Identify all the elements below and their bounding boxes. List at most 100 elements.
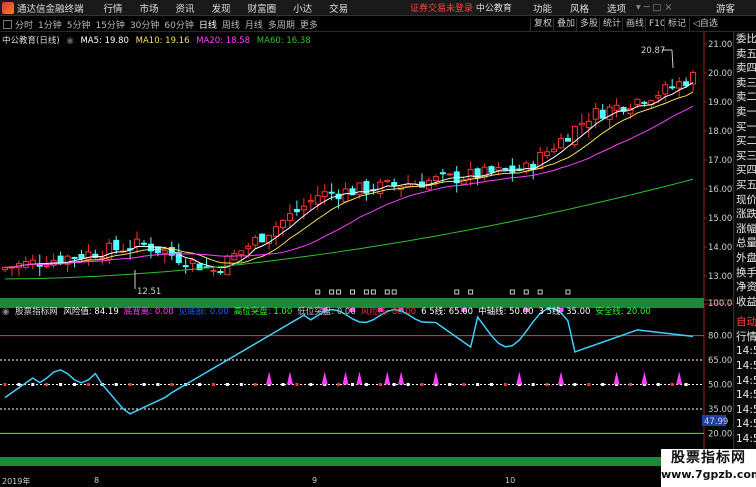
period-daily[interactable]: 日线	[199, 18, 217, 31]
sidebar-lower-item[interactable]: 14:5	[734, 344, 756, 359]
quote-sidebar: 委比 卖五 卖四 卖三 卖二 卖一 买一 买二 买三 买四 买五 现价 涨跌 涨幅 总量 外盘 换手 净资 收益 自…	[733, 32, 756, 487]
candle-body	[328, 191, 335, 194]
indicator-axis: 100.080.0065.0050.0035.0020.000.00	[708, 299, 732, 472]
kline-chart[interactable]: 21.00 20.00 19.00 18.00 17.00 16.00 15.00 14.00…	[0, 32, 733, 487]
top-signal-box	[565, 289, 571, 295]
signal-dot	[656, 383, 660, 386]
price-tick-label: 20.00	[708, 69, 732, 79]
add-watchlist-button[interactable]: ◁自选	[689, 18, 721, 31]
sidebar-item[interactable]: 涨幅	[734, 222, 756, 237]
login-notice[interactable]: 证券交易未登录 中公教育	[410, 1, 512, 14]
draw-line-button[interactable]: 画线	[622, 18, 647, 31]
sidebar-item[interactable]: 换手	[734, 266, 756, 281]
sidebar-lower-item[interactable]: 14:5	[734, 417, 756, 432]
signal-dot	[406, 383, 410, 386]
candle-body	[217, 271, 224, 274]
sidebar-lower-item[interactable]: 14:5	[734, 388, 756, 403]
multi-stock-button[interactable]: 多股	[576, 18, 601, 31]
signal-dot	[490, 383, 493, 386]
sidebar-item[interactable]: 买二	[734, 134, 756, 149]
signal-spike	[384, 371, 391, 385]
sidebar-lower-item[interactable]: 14:5	[734, 403, 756, 418]
period-weekly[interactable]: 周线	[222, 18, 240, 31]
period-toolbar: 分时 1分钟 5分钟 15分钟 30分钟 60分钟 日线 周线 月线 多周期 更…	[0, 17, 756, 32]
sidebar-item[interactable]: 卖四	[734, 61, 756, 76]
signal-spike	[266, 371, 273, 385]
menu-gongneng[interactable]: 功能	[533, 1, 552, 15]
sidebar-item[interactable]: 收益	[734, 295, 756, 310]
menu-shichang[interactable]: 市场	[140, 1, 159, 15]
sidebar-item[interactable]: 现价	[734, 193, 756, 208]
price-tick-label: 15.00	[708, 214, 732, 224]
candle-body	[690, 71, 697, 85]
period-fenshi[interactable]: 分时	[15, 18, 33, 31]
sidebar-item[interactable]: 买三	[734, 149, 756, 164]
sidebar-item[interactable]: 买五	[734, 178, 756, 193]
sidebar-item[interactable]: 总量	[734, 236, 756, 251]
period-monthly[interactable]: 月线	[245, 18, 263, 31]
period-multi[interactable]: 多周期	[268, 18, 295, 31]
period-5min[interactable]: 5分钟	[67, 18, 91, 31]
candle-body	[57, 255, 64, 264]
candle-body	[495, 166, 502, 171]
candle-body	[293, 209, 300, 213]
guest-label[interactable]: 游客	[716, 1, 735, 15]
sidebar-lower-item[interactable]: 行情	[734, 330, 756, 345]
ma20-label: MA20: 18.58	[196, 36, 251, 46]
period-more[interactable]: 更多	[300, 18, 318, 31]
menu-xiaoda[interactable]: 小达	[293, 1, 312, 15]
overlay-button[interactable]: 叠加	[553, 18, 578, 31]
candle-body	[238, 250, 245, 255]
signal-dot	[392, 383, 396, 386]
fuquan-button[interactable]: 复权	[530, 18, 555, 31]
candle-body	[662, 84, 669, 95]
sidebar-item[interactable]: 买一	[734, 120, 756, 135]
watermark-title: 股票指标网	[671, 450, 746, 466]
sidebar-lower-item[interactable]: 14:5	[734, 432, 756, 447]
indicator-name: 股票指标网	[15, 307, 58, 317]
period-30min[interactable]: 30分钟	[130, 18, 159, 31]
menu-caifuquan[interactable]: 财富圈	[248, 1, 277, 15]
signal-dot	[156, 383, 160, 386]
risk-value-line	[4, 307, 694, 415]
signal-dot	[239, 383, 243, 386]
sidebar-item[interactable]: 涨跌	[734, 207, 756, 222]
bottom-green-band	[0, 457, 704, 466]
candle-body	[43, 265, 50, 268]
sidebar-lower-item[interactable]: 14:5	[734, 359, 756, 374]
menu-xuanxiang[interactable]: 选项	[607, 1, 626, 15]
candle-body	[245, 245, 252, 250]
sidebar-item[interactable]: 委比	[734, 32, 756, 47]
signal-spike	[342, 371, 349, 385]
sidebar-item[interactable]: 卖三	[734, 76, 756, 91]
indicator-item: 3 5线: 35.00	[538, 307, 591, 317]
signal-dot	[212, 383, 215, 386]
sidebar-item[interactable]: 卖五	[734, 47, 756, 62]
sidebar-lower-item[interactable]: 自动	[734, 315, 756, 330]
mark-button[interactable]: 标记	[664, 18, 689, 31]
menu-hangqing[interactable]: 行情	[104, 1, 123, 15]
sidebar-item[interactable]: 外盘	[734, 251, 756, 266]
sidebar-item[interactable]: 卖二	[734, 90, 756, 105]
signal-dot	[448, 383, 452, 386]
candle-body	[384, 179, 391, 183]
candle-body	[669, 86, 676, 89]
stats-button[interactable]: 统计	[599, 18, 624, 31]
price-tick-label: 13.00	[708, 272, 732, 282]
window-controls-icon[interactable]: ▾ ─ □ ×	[636, 2, 672, 13]
sidebar-item[interactable]: 卖一	[734, 105, 756, 120]
sidebar-item[interactable]: 净资	[734, 280, 756, 295]
sidebar-lower-item[interactable]: 14:5	[734, 374, 756, 389]
menu-fengge[interactable]: 风格	[570, 1, 589, 15]
period-1min[interactable]: 1分钟	[38, 18, 62, 31]
menu-jiaoyi[interactable]: 交易	[329, 1, 348, 15]
top-signal-box	[537, 289, 543, 295]
period-15min[interactable]: 15分钟	[95, 18, 124, 31]
indicator-item: 低位突盘: 0.00	[297, 307, 356, 317]
menu-zixun[interactable]: 资讯	[176, 1, 195, 15]
grid-icon[interactable]	[3, 19, 12, 29]
sidebar-item[interactable]: 买四	[734, 163, 756, 178]
candle-body	[113, 239, 120, 251]
menu-faxian[interactable]: 发现	[212, 1, 231, 15]
period-60min[interactable]: 60分钟	[164, 18, 193, 31]
